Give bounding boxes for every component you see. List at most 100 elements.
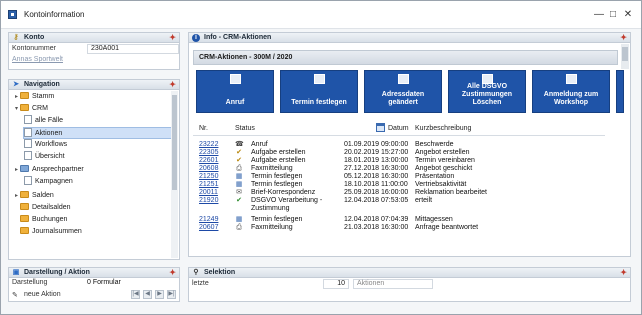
nav-item-uebersicht[interactable]: Übersicht [24, 151, 65, 163]
table-row[interactable]: 23222 ☎ Anruf 01.09.2019 09:00:00 Beschw… [189, 141, 609, 149]
table-row[interactable]: 21920 ✔ DSGVO Verarbeitung - 12.04.2018 … [189, 197, 609, 205]
date-text: 01.09.2019 09:00:00 [344, 141, 409, 148]
nav-item-label: Detailsalden [32, 204, 71, 211]
page-icon [24, 115, 32, 124]
description-text: Vertriebsaktivität [415, 181, 467, 188]
nav-item-journalsummen[interactable]: Journalsummen [20, 226, 82, 238]
action-number-link[interactable]: 20608 [199, 165, 218, 173]
table-row-continuation: Zustimmung [189, 205, 609, 213]
action-button-termin-festlegen[interactable]: Termin festlegen [280, 70, 358, 113]
darstellung-label: Darstellung [12, 279, 48, 286]
status-text: Termin festlegen [251, 216, 303, 223]
nav-item-kampagnen[interactable]: Kampagnen [24, 176, 73, 188]
info-icon: i [192, 34, 200, 42]
date-text: 18.10.2018 11:00:00 [344, 181, 408, 188]
info-scrollbar[interactable] [621, 44, 629, 69]
table-row[interactable]: 21250 ▦ Termin festlegen 05.12.2018 16:3… [189, 173, 609, 181]
phone-icon [230, 74, 241, 84]
table-row[interactable]: 22305 ✔ Aufgabe erstellen 20.02.2019 15:… [189, 149, 609, 157]
folder-icon [20, 203, 29, 210]
letzte-count-value: 10 [337, 280, 345, 287]
maximize-button[interactable]: □ [606, 8, 620, 22]
action-number-link[interactable]: 21920 [199, 197, 218, 205]
collapse-arrow-icon[interactable]: ▾ [13, 103, 20, 115]
nav-item-salden[interactable]: ▸ Salden [13, 190, 54, 202]
date-text: 12.04.2018 07:53:05 [344, 197, 409, 204]
previous-record-icon[interactable]: ◀ [143, 290, 152, 299]
table-row[interactable]: 20607 ⎙ Faxmitteilung 21.03.2018 16:30:0… [189, 224, 609, 232]
action-number-link[interactable]: 21251 [199, 181, 218, 189]
kontonummer-label: Kontonummer [12, 45, 56, 52]
darstellung-select[interactable]: 0 Formular [87, 279, 121, 286]
fax-icon: ⎙ [236, 165, 242, 172]
scrollbar-thumb[interactable] [172, 95, 177, 190]
window-title: Kontoinformation [24, 10, 85, 19]
description-text: Termin vereinbaren [415, 157, 475, 164]
expand-arrow-icon[interactable]: ▸ [13, 91, 20, 103]
aktionen-field: Aktionen [353, 279, 433, 289]
description-text: Mittagessen [415, 216, 453, 223]
action-number-link[interactable]: 22305 [199, 149, 218, 157]
column-header-datum[interactable]: Datum [388, 125, 409, 132]
table-row[interactable]: 21251 ▦ Termin festlegen 18.10.2018 11:0… [189, 181, 609, 189]
info-panel-header: i Info - CRM-Aktionen ✦ [188, 32, 631, 43]
pin-icon[interactable]: ✦ [169, 268, 176, 277]
action-number-link[interactable]: 23222 [199, 141, 218, 149]
address-icon [398, 74, 409, 84]
table-row[interactable]: 20608 ⎙ Faxmitteilung 27.12.2018 16:30:0… [189, 165, 609, 173]
table-row[interactable]: 21249 ▦ Termin festlegen 12.04.2018 07:0… [189, 216, 609, 224]
pin-icon[interactable]: ✦ [620, 268, 627, 277]
nav-item-aktionen[interactable]: Aktionen [23, 127, 173, 139]
darstellung-panel-title: Darstellung / Aktion [24, 269, 90, 276]
action-number-link[interactable]: 20011 [199, 189, 218, 197]
date-text: 12.04.2018 07:04:39 [344, 216, 409, 223]
kontonummer-field[interactable]: 230A001 [87, 44, 179, 54]
action-button-dsgvo[interactable]: Alle DSGVO Zustimmungen Löschen [448, 70, 526, 113]
next-record-icon[interactable]: ▶ [155, 290, 164, 299]
table-row[interactable]: 22601 ✔ Aufgabe erstellen 18.01.2019 13:… [189, 157, 609, 165]
minimize-button[interactable]: — [592, 8, 606, 22]
folder-icon [20, 191, 29, 198]
new-action-icon[interactable]: ✎ [12, 291, 18, 299]
pin-icon[interactable]: ✦ [169, 80, 176, 89]
pin-icon[interactable]: ✦ [620, 33, 627, 42]
action-button-more[interactable] [616, 70, 624, 113]
calendar-icon [376, 123, 385, 132]
date-text: 20.02.2019 15:27:00 [344, 149, 409, 156]
expand-arrow-icon[interactable]: ▸ [13, 190, 20, 202]
action-button-anruf[interactable]: Anruf [196, 70, 274, 113]
nav-item-crm[interactable]: ▾ CRM [13, 103, 48, 115]
action-number-link[interactable]: 20607 [199, 224, 218, 232]
nav-item-buchungen[interactable]: Buchungen [20, 214, 67, 226]
scrollbar-thumb[interactable] [622, 47, 628, 61]
action-number-link[interactable]: 22601 [199, 157, 218, 165]
calendar-icon [314, 74, 325, 84]
close-button[interactable]: ✕ [621, 8, 635, 22]
nav-item-ansprechpartner[interactable]: ▸ Ansprechpartner [13, 164, 84, 176]
nav-item-detailsalden[interactable]: Detailsalden [20, 202, 71, 214]
last-record-icon[interactable]: ▶| [167, 290, 176, 299]
action-button-workshop[interactable]: Anmeldung zum Workshop [532, 70, 610, 113]
action-number-link[interactable]: 21250 [199, 173, 218, 181]
navigation-panel-header: ➤ Navigation ✦ [8, 79, 180, 90]
first-record-icon[interactable]: |◀ [131, 290, 140, 299]
description-text: erteilt [415, 197, 433, 204]
table-row[interactable]: 20011 ✉ Brief-Korrespondenz 25.09.2018 1… [189, 189, 609, 197]
nav-item-alle-faelle[interactable]: alle Fälle [24, 115, 63, 127]
letzte-count-field[interactable]: 10 [323, 279, 349, 289]
navigation-scrollbar[interactable] [171, 91, 178, 258]
account-name-link[interactable]: Annas Sportwelt [12, 56, 63, 63]
action-button-adressdaten[interactable]: Adressdaten geändert [364, 70, 442, 113]
nav-item-stamm[interactable]: ▸ Stamm [13, 91, 54, 103]
pin-icon[interactable]: ✦ [169, 33, 176, 42]
column-header-status[interactable]: Status [235, 125, 255, 132]
nav-item-label: Stamm [32, 93, 55, 100]
column-header-nr[interactable]: Nr. [199, 125, 208, 132]
nav-item-label: alle Fälle [35, 117, 64, 124]
new-action-label[interactable]: neue Aktion [24, 291, 61, 298]
expand-arrow-icon[interactable]: ▸ [13, 164, 20, 176]
column-header-kurzbeschreibung[interactable]: Kurzbeschreibung [415, 125, 471, 132]
action-number-link[interactable]: 21249 [199, 216, 218, 224]
description-text: Präsentation [415, 173, 455, 180]
nav-item-workflows[interactable]: Workflows [24, 139, 67, 151]
